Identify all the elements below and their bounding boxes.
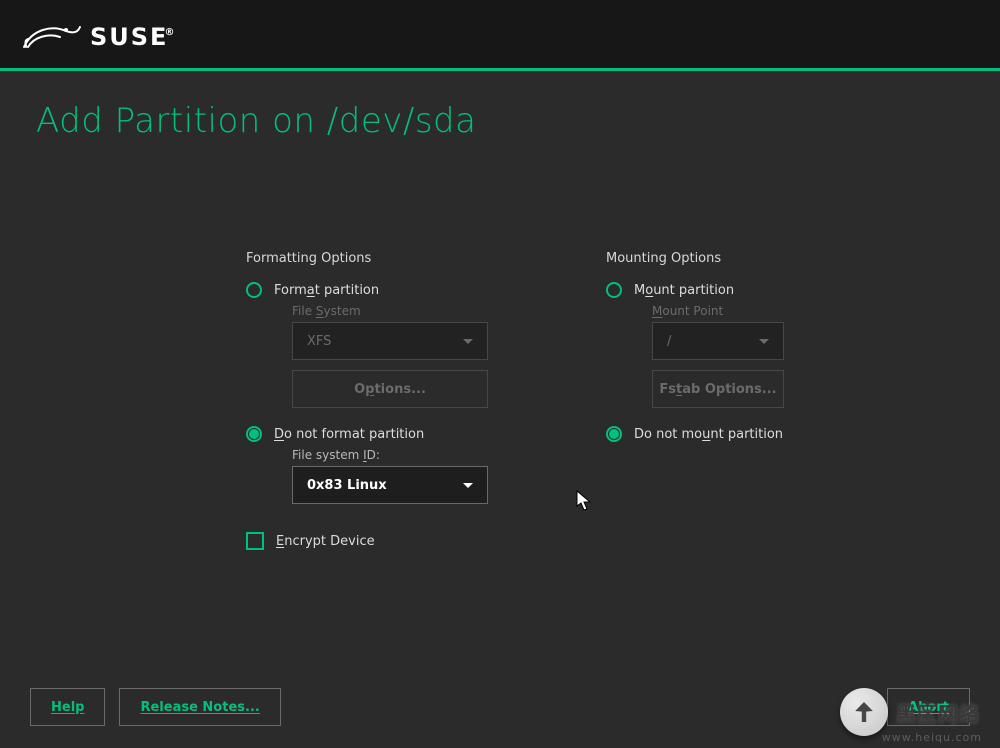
radio-icon-selected [246, 426, 262, 442]
fstab-options-button[interactable]: Fstab Options... [652, 370, 784, 408]
chevron-down-icon [759, 339, 769, 344]
watermark: 黑区网络 [840, 688, 980, 736]
watermark-icon [840, 688, 888, 736]
fsid-select[interactable]: 0x83 Linux [292, 466, 488, 504]
format-options-button[interactable]: Options... [292, 370, 488, 408]
mount-partition-label: Mount partition [634, 283, 734, 298]
no-mount-label: Do not mount partition [634, 427, 783, 442]
help-button[interactable]: Help [30, 688, 105, 726]
header-bar: SUSE® [0, 0, 1000, 68]
format-partition-radio[interactable]: Format partition [246, 282, 546, 298]
filesystem-label: File System [292, 304, 546, 318]
checkbox-icon [246, 532, 264, 550]
radio-icon-selected [606, 426, 622, 442]
chameleon-icon [22, 17, 84, 51]
formatting-column: Formatting Options Format partition File… [246, 251, 546, 550]
format-partition-label: Format partition [274, 283, 379, 298]
fsid-value: 0x83 Linux [307, 478, 387, 493]
filesystem-value: XFS [307, 334, 331, 349]
mounting-column: Mounting Options Mount partition Mount P… [606, 251, 906, 550]
mountpoint-label: Mount Point [652, 304, 906, 318]
brand-text: SUSE® [90, 23, 180, 51]
suse-logo: SUSE® [22, 17, 180, 51]
release-notes-button[interactable]: Release Notes... [119, 688, 280, 726]
formatting-heading: Formatting Options [246, 251, 546, 266]
no-format-radio[interactable]: Do not format partition [246, 426, 546, 442]
no-format-label: Do not format partition [274, 427, 424, 442]
radio-icon [606, 282, 622, 298]
no-mount-radio[interactable]: Do not mount partition [606, 426, 906, 442]
mountpoint-value: / [667, 334, 671, 349]
encrypt-checkbox-row[interactable]: Encrypt Device [246, 532, 546, 550]
mounting-heading: Mounting Options [606, 251, 906, 266]
fsid-label: File system ID: [292, 448, 546, 462]
page-title: Add Partition on /dev/sda [36, 101, 964, 141]
watermark-sub: www.heiqu.com [882, 731, 982, 744]
mountpoint-select[interactable]: / [652, 322, 784, 360]
registered-mark: ® [164, 27, 176, 38]
radio-icon [246, 282, 262, 298]
options-columns: Formatting Options Format partition File… [36, 251, 964, 550]
chevron-down-icon [463, 483, 473, 488]
chevron-down-icon [463, 339, 473, 344]
main-content: Add Partition on /dev/sda Formatting Opt… [0, 71, 1000, 651]
filesystem-select[interactable]: XFS [292, 322, 488, 360]
mount-partition-radio[interactable]: Mount partition [606, 282, 906, 298]
encrypt-label: Encrypt Device [276, 534, 375, 549]
watermark-text: 黑区网络 [896, 698, 980, 727]
brand-name: SUSE [90, 23, 168, 51]
